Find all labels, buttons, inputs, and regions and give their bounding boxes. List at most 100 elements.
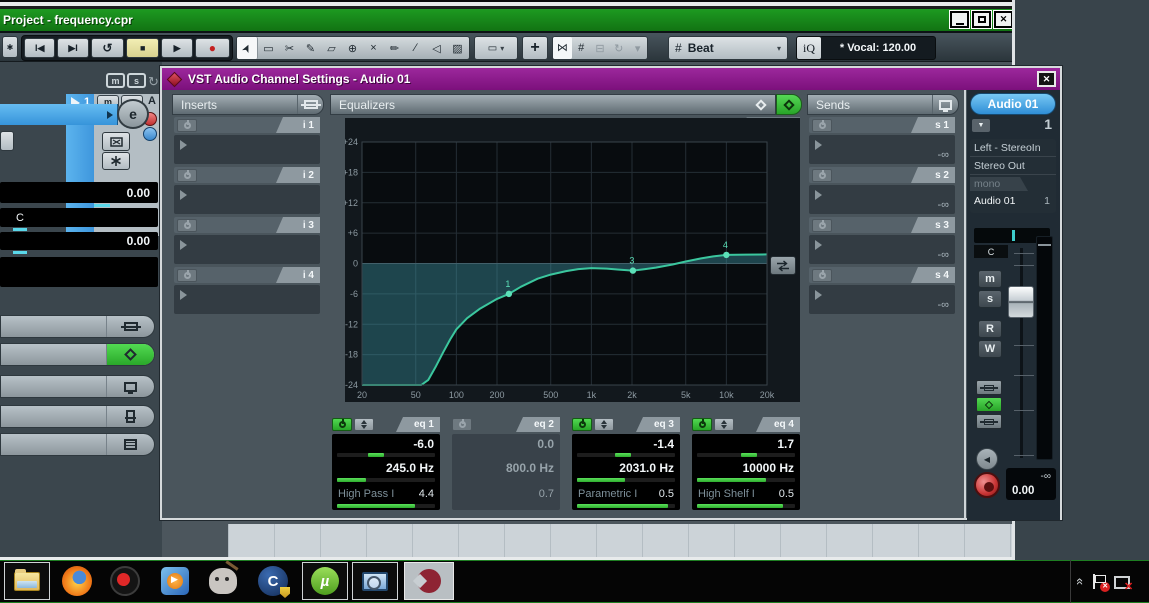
timeline-grid[interactable] <box>228 524 1012 557</box>
channel-mute-button[interactable]: m <box>978 270 1002 288</box>
eq-q-value[interactable]: 0.7 <box>539 488 554 500</box>
eq-curve-graph[interactable]: 20 50 100 200 500 1k 2k 5k 10k 20k +24 +18 +12 +6 0 -6 -… <box>345 118 800 402</box>
equalizers-panel-header[interactable]: Equalizers <box>330 94 776 115</box>
stop-button[interactable]: ■ <box>126 38 160 58</box>
power-button[interactable] <box>177 168 197 182</box>
inserts-bypass-button[interactable] <box>297 95 323 114</box>
action-center-icon[interactable]: ✕ <box>1092 573 1111 592</box>
pan-slider[interactable] <box>13 228 27 231</box>
line-tool[interactable]: ∕ <box>405 37 426 59</box>
eq-gain-value[interactable]: -1.4 <box>653 437 674 451</box>
eq-q-slider[interactable] <box>337 504 435 508</box>
listen-button[interactable]: ◀ <box>976 448 998 470</box>
eq-invert-button[interactable] <box>714 418 734 431</box>
eq-power-button[interactable] <box>452 418 472 431</box>
eq-power-button[interactable] <box>332 418 352 431</box>
insert-slot[interactable] <box>174 235 320 264</box>
freeze-button[interactable] <box>102 152 130 170</box>
power-button[interactable] <box>177 118 197 132</box>
autoscroll-button[interactable]: ⋈ <box>553 37 572 59</box>
eq-q-value[interactable]: 0.5 <box>659 488 674 500</box>
minimize-button[interactable] <box>950 11 969 28</box>
inspector-tab-equalizers[interactable] <box>0 343 155 366</box>
eq-freq-value[interactable]: 10000 Hz <box>743 461 794 475</box>
play-tool[interactable]: ◁ <box>426 37 447 59</box>
quantize-display[interactable]: iQ * Vocal: 120.00 <box>796 36 936 60</box>
cycle-button[interactable]: ↺ <box>90 38 125 58</box>
object-selection-tool[interactable]: ➤ <box>237 37 258 59</box>
monitor-icon[interactable] <box>143 127 157 141</box>
eq-gain-value[interactable]: 0.0 <box>537 437 554 451</box>
write-automation-button[interactable]: W <box>978 340 1002 358</box>
channel-solo-button[interactable]: s <box>978 290 1002 308</box>
send-level[interactable]: -∞ <box>937 299 949 311</box>
inspector-tab-notepad[interactable] <box>0 433 155 456</box>
output-routing[interactable]: Stereo Out <box>970 157 1056 175</box>
send-level[interactable]: -∞ <box>937 149 949 161</box>
eq-type-select[interactable]: High Shelf I <box>698 488 755 500</box>
power-button[interactable] <box>177 218 197 232</box>
taskbar-mediaplayer-button[interactable] <box>156 562 194 600</box>
snap-type-icon[interactable]: ⊟ <box>591 42 610 55</box>
volume-fader-handle[interactable] <box>1008 286 1034 318</box>
taskbar-firefox-button[interactable] <box>58 562 96 600</box>
snap-dropdown-icon[interactable]: ▾ <box>628 42 647 55</box>
iq-badge[interactable]: iQ <box>797 37 821 59</box>
volume-slider[interactable] <box>94 204 110 207</box>
compare-button[interactable] <box>770 256 796 275</box>
fader-track[interactable] <box>1020 248 1023 458</box>
power-button[interactable] <box>812 118 832 132</box>
eq-q-slider[interactable] <box>697 504 795 508</box>
insert-slot[interactable] <box>174 135 320 164</box>
channel-name-button[interactable]: Audio 01 <box>970 93 1056 115</box>
mute-tool[interactable]: × <box>363 37 384 59</box>
send-slot[interactable]: -∞ <box>809 135 955 164</box>
sends-monitor-button[interactable] <box>932 95 958 114</box>
maximize-button[interactable] <box>972 11 991 28</box>
go-to-start-button[interactable]: I◀ <box>24 38 56 58</box>
crosshair-button[interactable]: + <box>522 36 548 60</box>
eq-freq-value[interactable]: 2031.0 Hz <box>619 461 674 475</box>
inserts-panel-header[interactable]: Inserts <box>172 94 324 115</box>
erase-tool[interactable]: ▱ <box>321 37 342 59</box>
range-selection-tool[interactable]: ▭ <box>258 37 279 59</box>
tray-expand-icon[interactable]: « <box>1073 578 1088 585</box>
eq-freq-slider[interactable] <box>337 478 435 482</box>
power-button[interactable] <box>812 268 832 282</box>
glue-tool[interactable]: ✎ <box>300 37 321 59</box>
input-routing[interactable]: Left - StereoIn <box>970 139 1056 157</box>
eq-freq-slider[interactable] <box>697 478 795 482</box>
send-level[interactable]: -∞ <box>937 199 949 211</box>
go-to-end-button[interactable]: ▶I <box>57 38 89 58</box>
eq-type-select[interactable]: High Pass I <box>338 488 394 500</box>
eq-freq-value[interactable]: 245.0 Hz <box>386 461 434 475</box>
delay-slider[interactable] <box>13 251 27 254</box>
insert-slot[interactable] <box>174 285 320 314</box>
inspector-tab-sends[interactable] <box>0 375 155 398</box>
eq-power-button[interactable] <box>572 418 592 431</box>
draw-tool[interactable]: ✏ <box>384 37 405 59</box>
eq-power-button[interactable] <box>692 418 712 431</box>
zoom-tool[interactable]: ⊕ <box>342 37 363 59</box>
read-automation-button[interactable]: R <box>978 320 1002 338</box>
global-mute-indicator[interactable]: m <box>106 73 125 88</box>
inserts-bypass-button[interactable] <box>976 380 1002 395</box>
pan-value[interactable]: C <box>974 245 1008 258</box>
send-slot[interactable]: -∞ <box>809 285 955 314</box>
record-arm-button[interactable] <box>974 472 1000 498</box>
split-tool[interactable]: ✂ <box>279 37 300 59</box>
dialog-titlebar[interactable]: VST Audio Channel Settings - Audio 01 ✕ <box>162 68 1060 90</box>
taskbar-utorrent-button[interactable]: µ <box>302 562 348 600</box>
taskbar-recorder-button[interactable] <box>106 562 144 600</box>
taskbar-explorer-button[interactable] <box>4 562 50 600</box>
inspector-tab-inserts[interactable] <box>0 315 155 338</box>
eq-gain-slider[interactable] <box>697 453 795 457</box>
inspector-tab-channel[interactable] <box>0 405 155 428</box>
pan-field[interactable]: C <box>0 208 158 227</box>
power-button[interactable] <box>812 168 832 182</box>
taskbar-gimp-button[interactable] <box>204 562 242 600</box>
eq-bypass-button[interactable] <box>976 397 1002 412</box>
fader-value[interactable]: 0.00 <box>1012 485 1034 497</box>
insert-slot[interactable] <box>174 185 320 214</box>
taskbar-ccleaner-button[interactable]: C <box>254 562 292 600</box>
